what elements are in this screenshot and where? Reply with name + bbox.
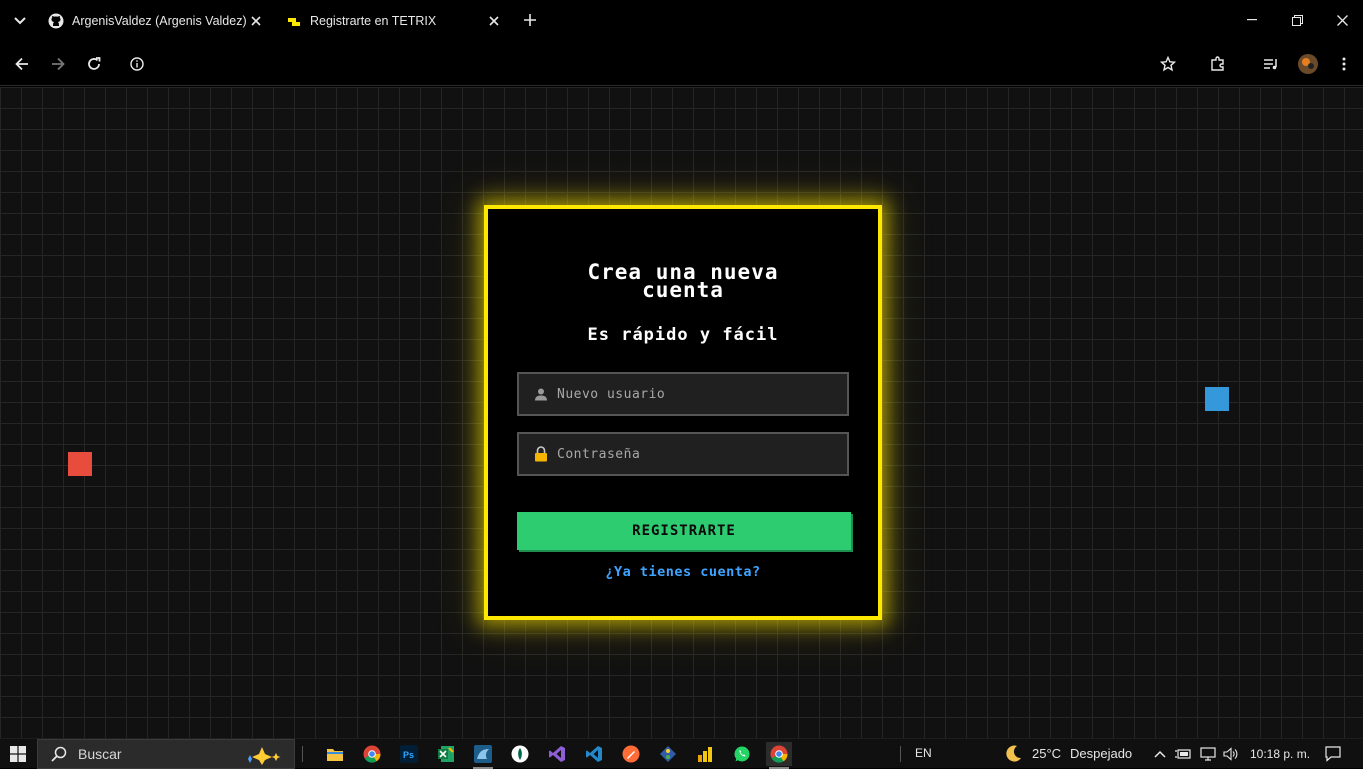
file-explorer-icon[interactable]: [322, 742, 348, 766]
network-icon[interactable]: [1199, 745, 1217, 763]
falling-blue-block: [1205, 387, 1229, 411]
postman-icon[interactable]: [618, 742, 644, 766]
vscode-icon[interactable]: [581, 742, 607, 766]
media-queue-icon[interactable]: [1259, 52, 1283, 76]
excel-xlsx-icon[interactable]: [433, 742, 459, 766]
power-bi-icon[interactable]: [692, 742, 718, 766]
notifications-icon[interactable]: [1324, 745, 1342, 763]
username-field[interactable]: [517, 372, 849, 416]
falling-red-block: [68, 452, 92, 476]
back-arrow-icon[interactable]: [10, 52, 34, 76]
form-title-line2: cuenta: [642, 278, 724, 302]
whatsapp-icon[interactable]: [729, 742, 755, 766]
profile-avatar[interactable]: [1296, 52, 1320, 76]
password-input[interactable]: [557, 434, 847, 474]
browser-tab-bar: ArgenisValdez (Argenis Valdez) Registrar…: [0, 0, 1363, 42]
sourcetree-git-icon[interactable]: [655, 742, 681, 766]
user-icon: [531, 384, 551, 404]
page-background-grid: Crea una nueva cuenta Es rápido y fácil …: [0, 87, 1363, 738]
github-icon: [48, 13, 64, 29]
visual-studio-icon[interactable]: [544, 742, 570, 766]
lock-icon: [531, 444, 551, 464]
search-highlight-sparkle-icon: [242, 744, 286, 766]
password-field[interactable]: [517, 432, 849, 476]
search-icon: [50, 745, 68, 763]
tab-title: ArgenisValdez (Argenis Valdez): [72, 14, 247, 28]
photoshop-icon[interactable]: Ps: [396, 742, 422, 766]
svg-text:Ps: Ps: [403, 750, 414, 760]
extensions-puzzle-icon[interactable]: [1206, 52, 1230, 76]
register-card: Crea una nueva cuenta Es rápido y fácil …: [484, 205, 882, 620]
tab-title: Registrarte en TETRIX: [310, 14, 437, 28]
menu-kebab-icon[interactable]: [1332, 52, 1356, 76]
close-tab-icon[interactable]: [248, 13, 264, 29]
close-window-icon[interactable]: [1332, 10, 1352, 30]
battery-icon[interactable]: [1174, 745, 1192, 763]
register-button[interactable]: REGISTRARTE: [517, 512, 851, 550]
username-input[interactable]: [557, 374, 847, 414]
tab-search-chevron-icon[interactable]: [10, 11, 30, 31]
tray-divider: [900, 746, 901, 762]
minimize-icon[interactable]: [1242, 10, 1262, 30]
form-title: Crea una nueva cuenta: [488, 262, 878, 302]
tab-tetrix[interactable]: Registrarte en TETRIX: [286, 6, 502, 36]
taskbar-divider: [302, 746, 303, 762]
clock-time[interactable]: 10:18 p. m.: [1250, 747, 1310, 761]
mongodb-compass-icon[interactable]: [507, 742, 533, 766]
tetrix-icon: [286, 13, 302, 29]
windows-start-icon[interactable]: [0, 739, 36, 769]
tab-github[interactable]: ArgenisValdez (Argenis Valdez): [48, 6, 264, 36]
show-hidden-icons-chevron-icon[interactable]: [1151, 745, 1169, 763]
new-tab-plus-icon[interactable]: [520, 10, 540, 30]
weather-moon-icon[interactable]: [1002, 743, 1024, 765]
form-subtitle: Es rápido y fácil: [587, 325, 779, 345]
chrome-active-icon[interactable]: [766, 742, 792, 769]
weather-condition[interactable]: Despejado: [1070, 746, 1132, 761]
browser-toolbar: [0, 42, 1363, 86]
forward-arrow-icon[interactable]: [46, 52, 70, 76]
weather-temperature[interactable]: 25°C: [1032, 746, 1061, 761]
bookmark-star-icon[interactable]: [1156, 52, 1180, 76]
restore-icon[interactable]: [1287, 10, 1307, 30]
site-info-icon[interactable]: [125, 52, 149, 76]
close-tab-icon[interactable]: [486, 13, 502, 29]
reload-icon[interactable]: [82, 52, 106, 76]
taskbar-search-box[interactable]: Buscar: [37, 739, 295, 769]
volume-icon[interactable]: [1222, 745, 1240, 763]
chrome-icon[interactable]: [359, 742, 385, 766]
mysql-workbench-icon[interactable]: [470, 742, 496, 769]
login-link[interactable]: ¿Ya tienes cuenta?: [488, 564, 878, 580]
search-placeholder: Buscar: [78, 746, 122, 762]
windows-taskbar: Buscar Ps EN 25°C Despejado 10:18 p. m.: [0, 738, 1363, 769]
language-indicator[interactable]: EN: [915, 746, 932, 760]
